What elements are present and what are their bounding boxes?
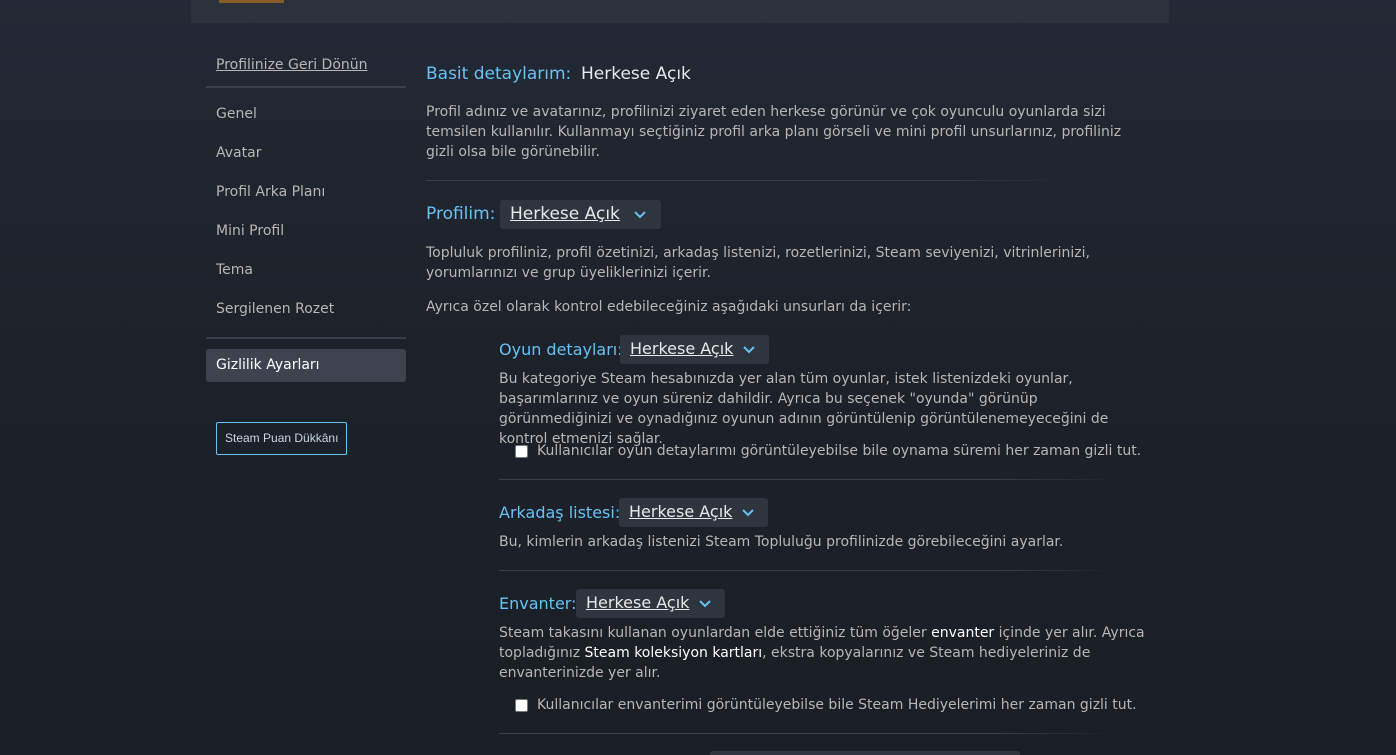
section-divider (499, 733, 1119, 734)
hide-gifts-checkbox[interactable] (515, 699, 528, 712)
hide-gifts-label: Kullanıcılar envanterimi görüntüleyebils… (537, 697, 1137, 713)
section-divider (499, 570, 1119, 571)
next-dropdown-partial[interactable] (710, 751, 1020, 755)
dropdown-value: Herkese Açık (629, 502, 733, 521)
inventory-link[interactable]: envanter (931, 625, 994, 641)
avatar (219, 0, 284, 3)
sidebar-item-general[interactable]: Genel (216, 106, 257, 122)
chevron-down-icon (699, 600, 711, 608)
section-divider (426, 180, 1066, 181)
friends-list-dropdown[interactable]: Herkese Açık (619, 498, 768, 527)
basic-details-value: Herkese Açık (581, 64, 691, 84)
chevron-down-icon (742, 509, 754, 517)
chevron-down-icon (634, 211, 646, 219)
hide-playtime-checkbox[interactable] (515, 445, 528, 458)
profile-privacy-label: Profilim: (426, 204, 496, 224)
basic-details-description: Profil adınız ve avatarınız, profilinizi… (426, 104, 1122, 160)
sidebar-item-label: Gizlilik Ayarları (216, 357, 320, 373)
dropdown-value: Herkese Açık (510, 204, 620, 224)
sidebar-item-profile-background[interactable]: Profil Arka Planı (216, 184, 325, 200)
game-details-description: Bu kategoriye Steam hesabınızda yer alan… (499, 371, 1109, 447)
profile-privacy-dropdown[interactable]: Herkese Açık (500, 200, 661, 229)
sidebar-item-mini-profile[interactable]: Mini Profil (216, 223, 284, 239)
game-details-label: Oyun detayları: (499, 340, 623, 359)
sidebar-item-theme[interactable]: Tema (216, 262, 253, 278)
inventory-dropdown[interactable]: Herkese Açık (576, 589, 725, 618)
section-divider (499, 479, 1119, 480)
dropdown-value: Herkese Açık (586, 593, 690, 612)
sidebar-item-featured-badge[interactable]: Sergilenen Rozet (216, 301, 334, 317)
inventory-description: Steam takasını kullanan oyunlardan elde … (499, 623, 1155, 683)
sidebar-divider (206, 86, 406, 88)
trading-cards-link[interactable]: Steam koleksiyon kartları (585, 645, 763, 661)
dropdown-value: Herkese Açık (630, 339, 734, 358)
sidebar-divider (206, 337, 406, 339)
hide-playtime-label: Kullanıcılar oyun detaylarımı görüntüley… (537, 443, 1142, 459)
points-shop-button[interactable]: Steam Puan Dükkânı (216, 422, 348, 455)
profile-also-includes-text: Ayrıca özel olarak kontrol edebileceğini… (426, 299, 912, 315)
friends-list-description: Bu, kimlerin arkadaş listenizi Steam Top… (499, 534, 1064, 550)
chevron-down-icon (743, 346, 755, 354)
inventory-desc-text: Steam takasını kullanan oyunlardan elde … (499, 625, 932, 641)
sidebar-item-privacy-settings[interactable]: Gizlilik Ayarları (206, 349, 406, 382)
friends-list-label: Arkadaş listesi: (499, 503, 621, 522)
sidebar-item-avatar[interactable]: Avatar (216, 145, 261, 161)
profile-privacy-description: Topluluk profiliniz, profil özetinizi, a… (426, 245, 1090, 281)
profile-header-banner (191, 0, 1169, 23)
basic-details-label: Basit detaylarım: (426, 64, 572, 84)
inventory-label: Envanter: (499, 594, 577, 613)
back-to-profile-link[interactable]: Profilinize Geri Dönün (216, 57, 368, 73)
game-details-dropdown[interactable]: Herkese Açık (620, 335, 769, 364)
